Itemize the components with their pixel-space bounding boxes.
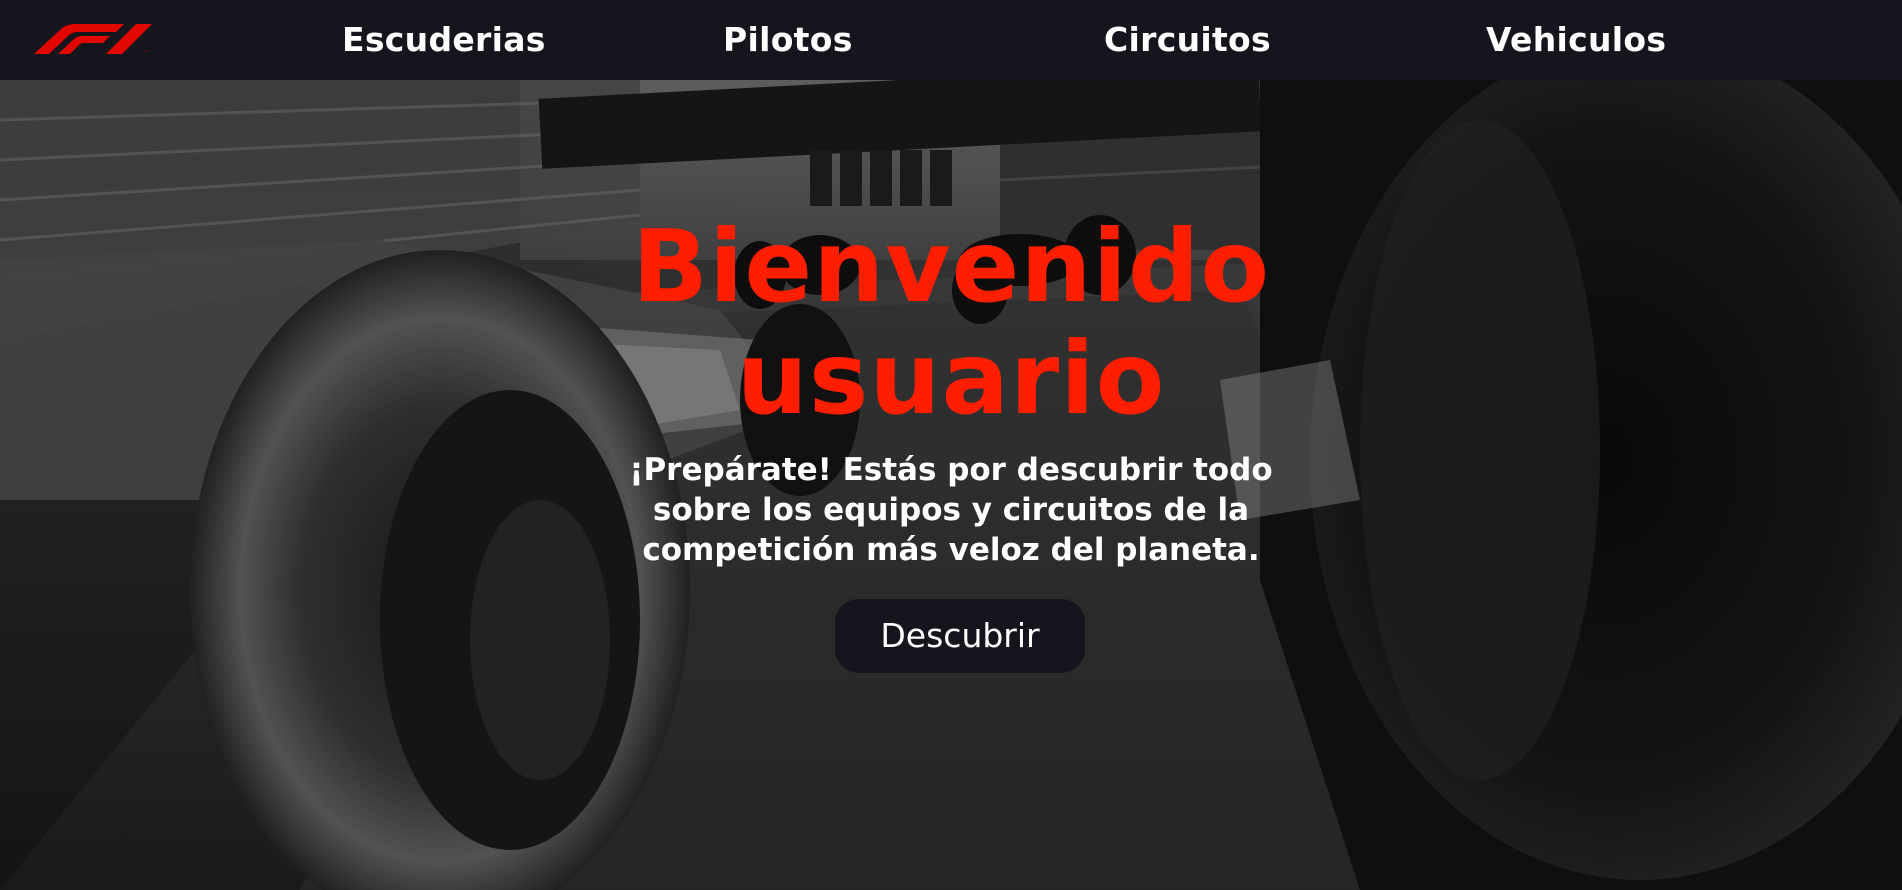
hero-title-line2: usuario (736, 320, 1166, 437)
top-navbar: ™ Escuderias Pilotos Circuitos Vehiculos (0, 0, 1902, 80)
descubrir-button[interactable]: Descubrir (835, 599, 1085, 673)
hero-section: Bienvenido usuario ¡Prepárate! Estás por… (0, 80, 1902, 890)
nav-link-vehiculos[interactable]: Vehiculos (1486, 16, 1666, 64)
nav-link-circuitos[interactable]: Circuitos (1104, 16, 1271, 64)
page: ™ Escuderias Pilotos Circuitos Vehiculos (0, 0, 1902, 890)
nav-link-pilotos[interactable]: Pilotos (723, 16, 853, 64)
hero-subtitle: ¡Prepárate! Estás por descubrir todo sob… (629, 452, 1273, 568)
f1-logo-icon[interactable]: ™ (32, 22, 154, 56)
hero-title-line1: Bienvenido (631, 208, 1271, 325)
nav-link-escuderias[interactable]: Escuderias (342, 16, 546, 64)
svg-text:™: ™ (144, 50, 149, 56)
